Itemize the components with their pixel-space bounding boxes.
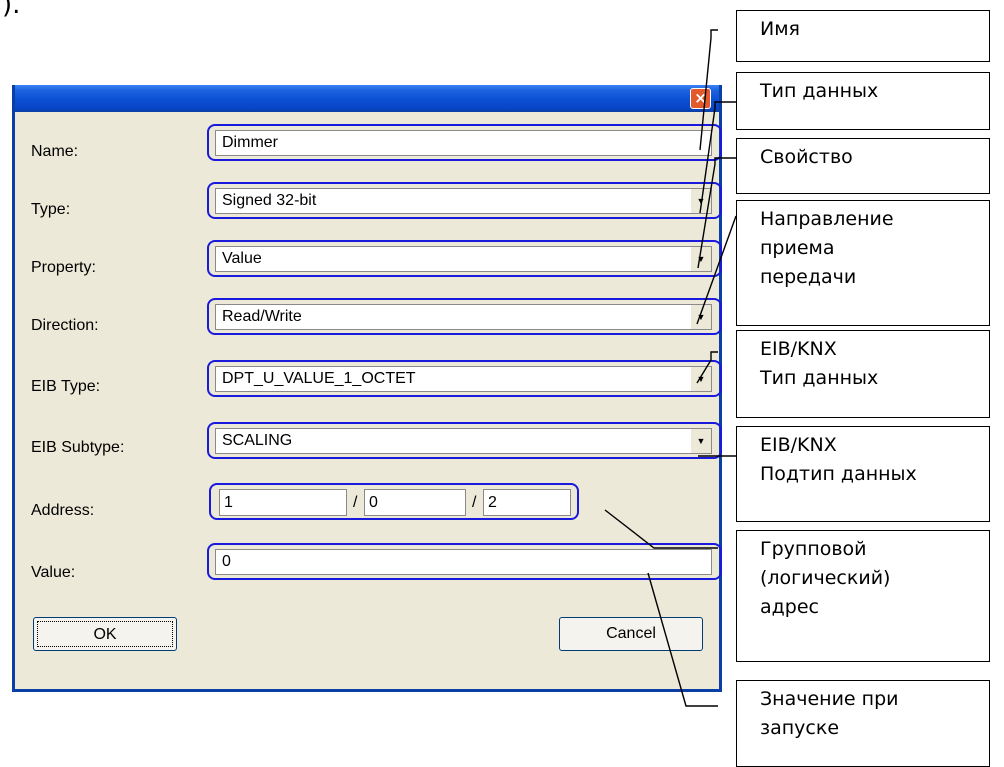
value-input[interactable]: 0 xyxy=(215,549,712,575)
direction-select[interactable]: Read/Write ▼ xyxy=(215,304,712,330)
callout-eib-type: EIB/KNX Тип данных xyxy=(736,330,990,418)
property-label: Property: xyxy=(31,259,96,276)
eib-subtype-field-highlight: SCALING ▼ xyxy=(207,422,722,459)
eib-subtype-select[interactable]: SCALING ▼ xyxy=(215,428,712,454)
page-fragment-text: ). xyxy=(2,0,21,20)
eib-subtype-value: SCALING xyxy=(222,432,293,449)
value-field-highlight: 0 xyxy=(207,543,722,580)
type-select[interactable]: Signed 32-bit ▼ xyxy=(215,188,712,214)
address-sub-input[interactable]: 2 xyxy=(483,489,571,516)
callout-direction: Направление приема передачи xyxy=(736,200,990,326)
type-field-highlight: Signed 32-bit ▼ xyxy=(207,182,722,219)
eib-type-field-highlight: DPT_U_VALUE_1_OCTET ▼ xyxy=(207,360,722,397)
type-value: Signed 32-bit xyxy=(222,192,317,209)
property-value: Value xyxy=(222,250,262,267)
address-main-input[interactable]: 1 xyxy=(219,489,347,516)
dialog-client-area: Name: Dimmer Type: Signed 32-bit ▼ Prope… xyxy=(15,112,722,689)
value-label: Value: xyxy=(31,564,76,581)
chevron-down-icon[interactable]: ▼ xyxy=(690,247,711,271)
eib-type-value: DPT_U_VALUE_1_OCTET xyxy=(222,370,416,387)
address-label: Address: xyxy=(31,502,95,519)
chevron-down-icon[interactable]: ▼ xyxy=(690,367,711,391)
name-field-highlight: Dimmer xyxy=(207,124,722,161)
ok-button[interactable]: OK xyxy=(33,617,177,651)
callout-group-address: Групповой (логический) адрес xyxy=(736,530,990,662)
address-group-highlight: 1 / 0 / 2 xyxy=(209,483,579,520)
callout-startup-value: Значение при запуске xyxy=(736,680,990,767)
callout-property: Свойство xyxy=(736,138,990,194)
chevron-down-icon[interactable]: ▼ xyxy=(690,305,711,329)
chevron-down-icon[interactable]: ▼ xyxy=(690,189,711,213)
address-middle-input[interactable]: 0 xyxy=(364,489,466,516)
direction-field-highlight: Read/Write ▼ xyxy=(207,298,722,335)
object-properties-dialog: × Name: Dimmer Type: Signed 32-bit ▼ Pro… xyxy=(12,85,722,692)
chevron-down-icon[interactable]: ▼ xyxy=(690,429,711,453)
cancel-button[interactable]: Cancel xyxy=(559,617,703,651)
callout-eib-subtype: EIB/KNX Подтип данных xyxy=(736,426,990,522)
property-field-highlight: Value ▼ xyxy=(207,240,722,277)
address-separator: / xyxy=(472,494,477,511)
direction-label: Direction: xyxy=(31,317,99,334)
title-bar[interactable]: × xyxy=(15,85,719,112)
type-label: Type: xyxy=(31,201,71,218)
callout-name: Имя xyxy=(736,10,990,62)
eib-subtype-label: EIB Subtype: xyxy=(31,439,125,456)
address-separator: / xyxy=(353,494,358,511)
close-icon[interactable]: × xyxy=(690,88,711,109)
eib-type-label: EIB Type: xyxy=(31,378,101,395)
direction-value: Read/Write xyxy=(222,308,302,325)
callout-type: Тип данных xyxy=(736,72,990,130)
name-input[interactable]: Dimmer xyxy=(215,130,712,156)
eib-type-select[interactable]: DPT_U_VALUE_1_OCTET ▼ xyxy=(215,366,712,392)
property-select[interactable]: Value ▼ xyxy=(215,246,712,272)
ok-button-label: OK xyxy=(37,621,173,647)
name-label: Name: xyxy=(31,143,79,160)
